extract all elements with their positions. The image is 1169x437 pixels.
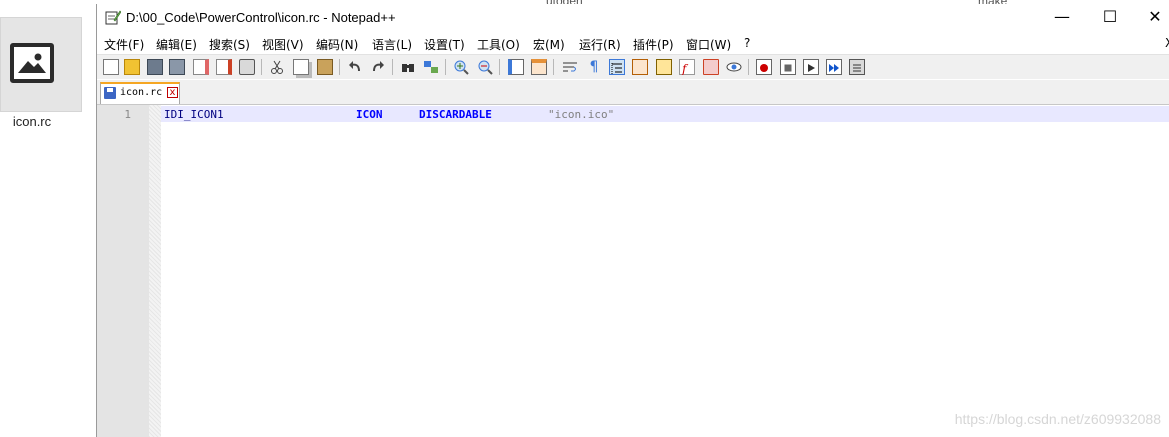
current-line-highlight — [161, 106, 1169, 122]
line-number-margin: 1 — [97, 105, 149, 437]
function-list-icon[interactable]: f — [679, 59, 695, 76]
menu-tools[interactable]: 工具(O) — [477, 36, 520, 53]
toolbar: ¶ f — [97, 54, 1169, 79]
menu-search[interactable]: 搜索(S) — [209, 36, 250, 53]
menu-edit[interactable]: 编辑(E) — [156, 36, 197, 53]
menu-close-document-button[interactable]: X — [1165, 36, 1169, 50]
toolbar-separator — [445, 59, 446, 75]
menu-macro[interactable]: 宏(M) — [533, 36, 565, 53]
indent-guide-icon[interactable] — [609, 59, 625, 75]
close-all-icon[interactable] — [216, 59, 232, 75]
watermark-text: https://blog.csdn.net/z609932088 — [954, 411, 1161, 427]
toolbar-separator — [392, 59, 393, 75]
new-file-icon[interactable] — [103, 59, 119, 75]
user-lang-icon[interactable] — [632, 59, 648, 75]
notepadpp-app-icon — [105, 10, 121, 25]
svg-text:f: f — [681, 62, 689, 75]
monitoring-icon[interactable] — [726, 59, 742, 75]
tab-close-icon[interactable]: x — [167, 87, 178, 98]
copy-icon[interactable] — [293, 59, 309, 75]
image-file-icon — [10, 43, 54, 83]
toolbar-separator — [553, 59, 554, 75]
word-wrap-icon[interactable] — [562, 59, 578, 75]
show-all-chars-icon[interactable]: ¶ — [586, 59, 602, 75]
run-macro-multiple-icon[interactable] — [826, 59, 842, 75]
open-file-icon[interactable] — [124, 59, 140, 75]
sync-vertical-icon[interactable] — [508, 59, 524, 75]
code-token-string: "icon.ico" — [548, 108, 615, 121]
menu-settings[interactable]: 设置(T) — [424, 36, 465, 53]
code-token-identifier: IDI_ICON1 — [164, 108, 224, 121]
tab-bar: icon.rc x — [97, 80, 1169, 105]
fold-margin[interactable] — [149, 105, 161, 437]
undo-icon[interactable] — [347, 59, 363, 75]
zoom-in-icon[interactable] — [453, 59, 469, 75]
menu-help[interactable]: ? — [744, 36, 750, 50]
maximize-button[interactable]: ☐ — [1087, 4, 1133, 32]
play-macro-icon[interactable] — [803, 59, 819, 75]
menu-language[interactable]: 语言(L) — [372, 36, 412, 53]
saved-file-icon — [104, 87, 116, 99]
toolbar-separator — [339, 59, 340, 75]
folder-workspace-icon[interactable] — [703, 59, 719, 75]
toolbar-separator — [499, 59, 500, 75]
menu-run[interactable]: 运行(R) — [579, 36, 621, 53]
code-token-keyword: ICON — [356, 108, 383, 121]
zoom-out-icon[interactable] — [477, 59, 493, 75]
notepadpp-window: D:\00_Code\PowerControl\icon.rc - Notepa… — [96, 4, 1169, 437]
editor-area[interactable]: 1 IDI_ICON1 ICON DISCARDABLE "icon.ico" — [97, 105, 1169, 437]
tab-label: icon.rc — [120, 87, 163, 98]
record-macro-icon[interactable] — [756, 59, 772, 75]
toolbar-separator — [748, 59, 749, 75]
doc-map-icon[interactable] — [656, 59, 672, 75]
sync-horizontal-icon[interactable] — [531, 59, 547, 75]
save-icon[interactable] — [147, 59, 163, 75]
minimize-button[interactable]: — — [1039, 4, 1085, 32]
save-all-icon[interactable] — [169, 59, 185, 75]
desktop-file-label[interactable]: icon.rc — [0, 114, 64, 129]
stop-macro-icon[interactable] — [780, 59, 796, 75]
find-icon[interactable] — [400, 59, 416, 75]
replace-icon[interactable] — [423, 59, 439, 75]
cut-icon[interactable] — [269, 59, 285, 75]
title-bar[interactable]: D:\00_Code\PowerControl\icon.rc - Notepa… — [97, 4, 1169, 32]
window-title: D:\00_Code\PowerControl\icon.rc - Notepa… — [126, 10, 396, 25]
save-macro-icon[interactable] — [849, 59, 865, 75]
tab-icon-rc[interactable]: icon.rc x — [100, 82, 180, 104]
line-number: 1 — [124, 108, 131, 121]
menu-window[interactable]: 窗口(W) — [686, 36, 731, 53]
menu-encoding[interactable]: 编码(N) — [316, 36, 358, 53]
close-icon[interactable] — [193, 59, 209, 75]
close-button[interactable]: ✕ — [1132, 4, 1169, 32]
menu-plugins[interactable]: 插件(P) — [633, 36, 674, 53]
print-icon[interactable] — [239, 59, 255, 75]
desktop-file-icon-tile[interactable] — [0, 17, 82, 112]
code-token-keyword: DISCARDABLE — [419, 108, 492, 121]
menu-file[interactable]: 文件(F) — [104, 36, 144, 53]
toolbar-separator — [261, 59, 262, 75]
desktop-area: icon.rc — [0, 0, 96, 437]
redo-icon[interactable] — [370, 59, 386, 75]
menu-bar: 文件(F) 编辑(E) 搜索(S) 视图(V) 编码(N) 语言(L) 设置(T… — [97, 34, 1169, 54]
paste-icon[interactable] — [317, 59, 333, 75]
menu-view[interactable]: 视图(V) — [262, 36, 304, 53]
